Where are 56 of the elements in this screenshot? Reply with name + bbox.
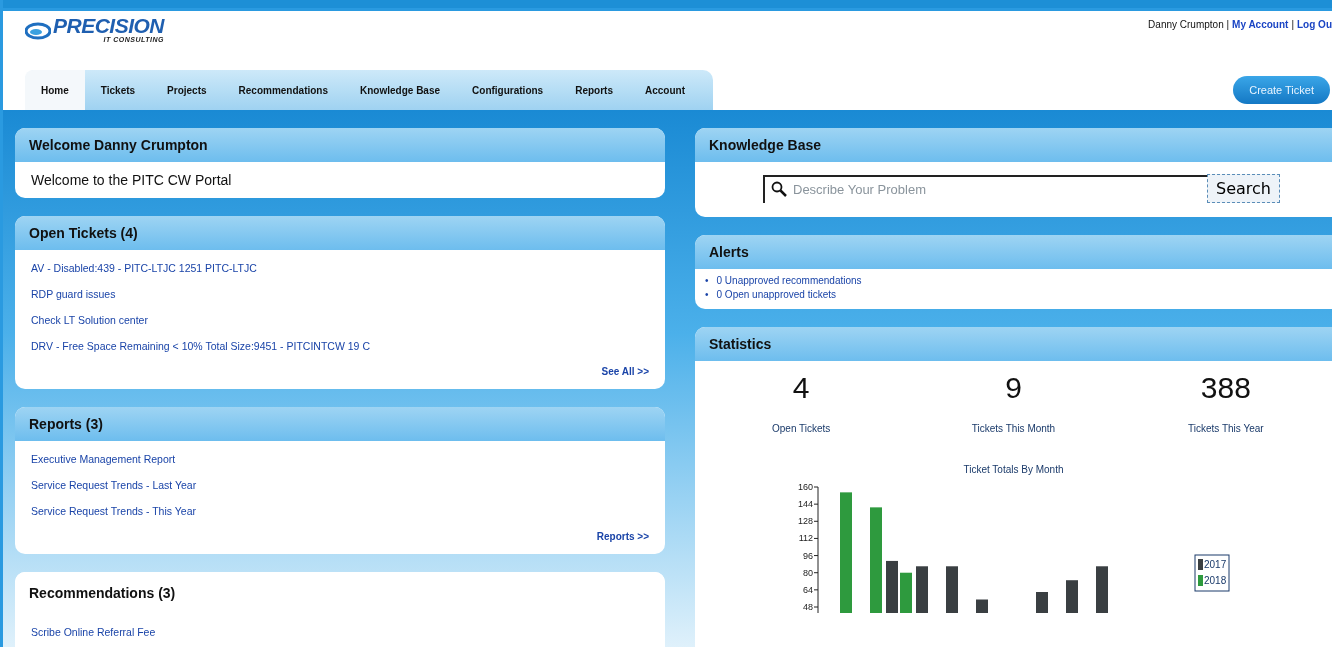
tick-label: 112 — [798, 533, 813, 544]
legend-label: 2017 — [1204, 559, 1227, 570]
account-link[interactable]: My Account — [1232, 19, 1289, 30]
stat-label: Tickets This Month — [971, 423, 1056, 434]
nav-tab[interactable]: Knowledge Base — [344, 70, 457, 110]
chart-title: Ticket Totals By Month — [962, 464, 1065, 475]
separator: | — [1291, 19, 1294, 30]
nav-tab[interactable]: Tickets — [84, 70, 152, 110]
stat-label: Open Tickets — [772, 423, 831, 434]
stat-value: 388 — [1200, 371, 1251, 405]
stat-value: 9 — [1005, 371, 1022, 405]
tick-label: 64 — [803, 584, 813, 595]
bullet: • — [705, 275, 709, 287]
nav-tab[interactable]: Account — [628, 70, 701, 110]
more-link[interactable]: See All >> — [601, 366, 649, 377]
tick-label: 96 — [803, 550, 813, 561]
alert-link[interactable]: 0 Unapproved recommendations — [716, 275, 862, 287]
more-link[interactable]: Reports >> — [596, 531, 649, 542]
user-name: Danny Crumpton | — [1148, 19, 1230, 30]
panel-title: Knowledge Base — [709, 137, 822, 153]
legend-background — [1194, 554, 1230, 592]
panel-title: Recommendations (3) — [29, 585, 176, 601]
nav-tab[interactable]: Home — [25, 70, 85, 110]
item-link[interactable]: Scribe Online Referral Fee — [31, 626, 649, 638]
stat-label: Tickets This Year — [1188, 423, 1264, 434]
search-icon — [771, 180, 787, 197]
item-link[interactable]: Check LT Solution center — [31, 314, 649, 326]
alert-link[interactable]: 0 Open unapproved tickets — [716, 289, 837, 301]
search-field[interactable]: Describe Your Problem — [763, 174, 1207, 203]
item-link[interactable]: Executive Management Report — [31, 453, 649, 465]
item-link[interactable]: Service Request Trends - Last Year — [31, 479, 649, 491]
nav-tab[interactable]: Reports — [559, 70, 629, 110]
item-link[interactable]: AV - Disabled:439 - PITC-LTJC 1251 PITC-LTJC — [31, 262, 649, 274]
item-link[interactable]: RDP guard issues — [31, 288, 649, 300]
panel-title: Reports (3) — [29, 416, 103, 432]
tick-label: 144 — [797, 499, 813, 510]
stat-value: 4 — [792, 371, 810, 405]
panel-title: Alerts — [709, 244, 749, 260]
legend-label: 2018 — [1204, 575, 1227, 586]
panel-title: Welcome Danny Crumpton — [29, 137, 208, 153]
item-link[interactable]: Service Request Trends - This Year — [31, 505, 649, 517]
logout-link[interactable]: Log Ou — [1297, 19, 1332, 30]
welcome-message: Welcome to the PITC CW Portal — [31, 172, 233, 188]
logo-name: PRECISION — [53, 15, 165, 36]
panel-title: Statistics — [709, 336, 772, 352]
item-link[interactable]: DRV - Free Space Remaining < 10% Total Size:9451 - PITCINTCW 19 C — [31, 340, 649, 352]
nav-tab[interactable]: Projects — [151, 70, 223, 110]
tick-label: 128 — [797, 516, 813, 527]
nav-tab[interactable]: Configurations — [456, 70, 560, 110]
nav-tab[interactable]: Recommendations — [222, 70, 345, 110]
panel-title: Open Tickets (4) — [29, 225, 138, 241]
search-button[interactable]: Search — [1207, 174, 1280, 203]
tick-label: 48 — [803, 602, 813, 612]
bullet: • — [705, 289, 709, 301]
tick-label: 80 — [803, 567, 813, 578]
tick-label: 160 — [797, 483, 813, 492]
